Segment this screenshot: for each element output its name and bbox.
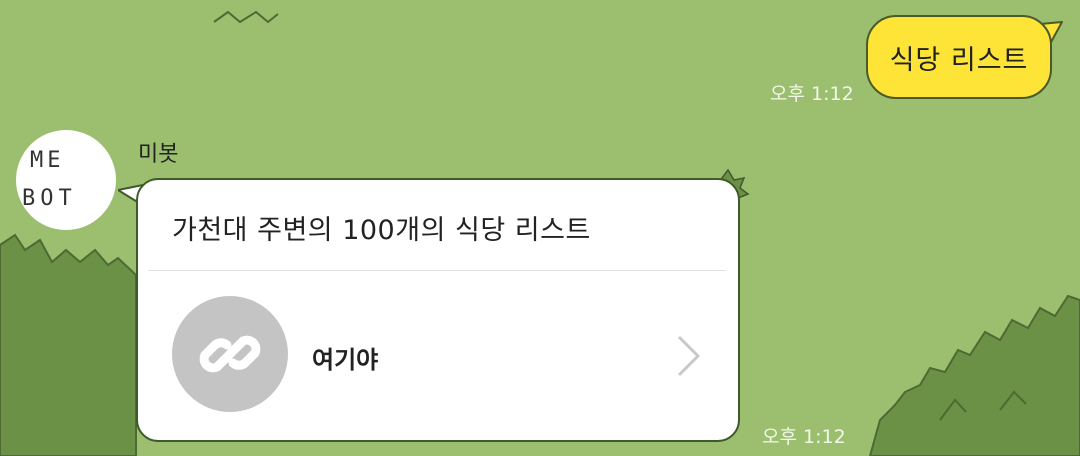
outgoing-message-text: 식당 리스트 — [889, 44, 1029, 76]
card-divider — [148, 270, 726, 271]
avatar-logo: ME BOT — [22, 148, 77, 211]
outgoing-message-time: 오후 1:12 — [770, 83, 854, 105]
chevron-right-icon[interactable] — [672, 334, 704, 378]
avatar[interactable]: ME BOT — [16, 130, 116, 230]
right-bush — [868, 294, 1080, 456]
link-thumbnail[interactable] — [172, 296, 288, 412]
left-bush — [0, 233, 137, 456]
incoming-message-time: 오후 1:12 — [762, 426, 846, 448]
outgoing-message-bubble[interactable]: 식당 리스트 — [866, 15, 1052, 99]
link-icon — [199, 335, 261, 373]
card-title: 가천대 주변의 100개의 식당 리스트 — [172, 215, 591, 246]
sender-name: 미봇 — [138, 142, 179, 167]
link-label[interactable]: 여기야 — [312, 340, 378, 375]
